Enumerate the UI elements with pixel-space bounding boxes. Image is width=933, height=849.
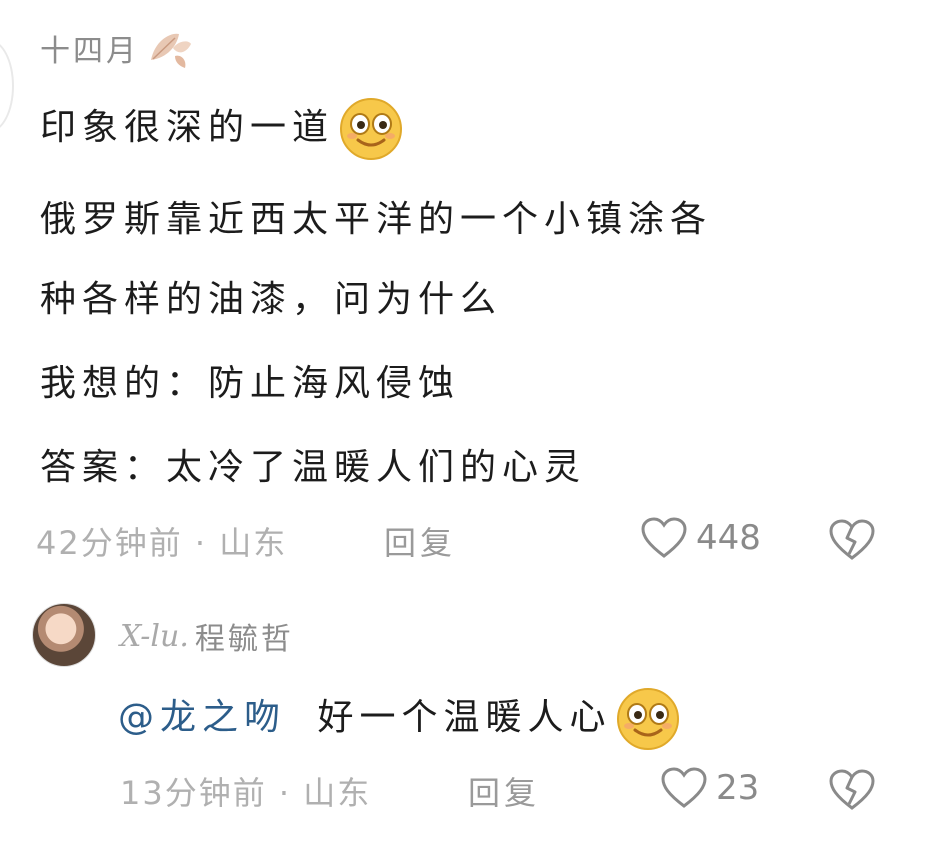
reply-reply-button[interactable]: 回复	[468, 768, 540, 814]
reply-text-line: @龙之吻 好一个温暖人心	[118, 686, 681, 752]
comment-line-2: 俄罗斯靠近西太平洋的一个小镇涂各	[40, 199, 713, 240]
comment-line-3: 种各样的油漆，问为什么	[40, 279, 503, 320]
smiling-face-emoji-icon	[617, 688, 680, 750]
reply-like-count: 23	[716, 768, 760, 808]
heart-outline-icon	[661, 767, 707, 808]
reply-username[interactable]: X-lu. 程毓哲	[120, 614, 294, 658]
reply-text: 好一个温暖人心	[317, 697, 612, 738]
comment-line-4: 我想的：防止海风侵蚀	[40, 363, 461, 404]
comment-line-5: 答案：太冷了温暖人们的心灵	[40, 447, 587, 488]
autumn-leaf-icon	[151, 33, 191, 68]
reply-username-script: X-lu.	[120, 618, 189, 654]
reply-time-location: 13分钟前 · 山东	[120, 774, 372, 812]
reply-username-text[interactable]: 程毓哲	[195, 614, 294, 658]
heart-outline-icon	[641, 517, 687, 558]
comment-reply-button[interactable]: 回复	[384, 518, 456, 564]
broken-heart-icon[interactable]	[828, 768, 876, 812]
comment-time-location: 42分钟前 · 山东	[36, 524, 288, 562]
comment-line-1: 印象很深的一道	[40, 96, 404, 162]
smiling-face-emoji-icon	[340, 98, 403, 160]
comment-like-button[interactable]: 448	[640, 516, 761, 560]
reply-user-avatar[interactable]	[32, 603, 96, 667]
reply-like-button[interactable]: 23	[660, 766, 759, 810]
reply-mention-link[interactable]: @龙之吻	[118, 697, 286, 738]
comment-username[interactable]: 十四月	[40, 26, 193, 70]
comment-line-1-text: 印象很深的一道	[40, 107, 335, 148]
broken-heart-icon[interactable]	[828, 518, 876, 562]
comment-like-count: 448	[696, 518, 761, 558]
username-text[interactable]: 十四月	[40, 26, 139, 70]
partial-avatar-edge[interactable]	[0, 40, 14, 132]
